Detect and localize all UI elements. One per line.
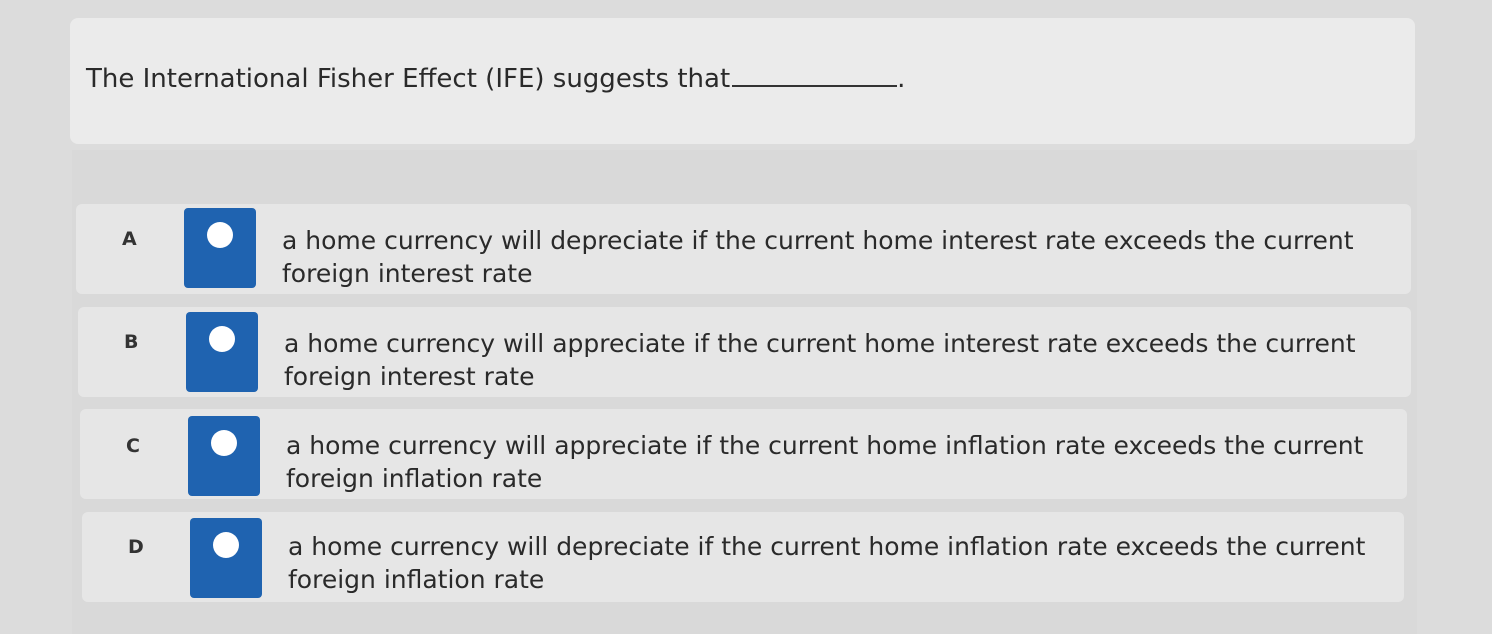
- option-text: a home currency will appreciate if the c…: [286, 431, 1364, 493]
- radio-button-icon: [213, 532, 239, 558]
- answer-blank: [732, 67, 898, 87]
- option-a[interactable]: A a home currency will depreciate if the…: [76, 204, 1411, 294]
- radio-button-icon: [207, 222, 233, 248]
- option-letter: D: [128, 536, 144, 558]
- option-letter: A: [122, 228, 137, 250]
- radio-button-icon: [211, 430, 237, 456]
- option-a-radio[interactable]: [184, 208, 256, 288]
- question-end-punctuation: .: [897, 64, 906, 94]
- option-d-radio[interactable]: [190, 518, 262, 598]
- option-letter: B: [124, 331, 139, 353]
- option-text: a home currency will depreciate if the c…: [288, 532, 1366, 594]
- option-text: a home currency will depreciate if the c…: [282, 226, 1354, 288]
- question-card: The International Fisher Effect (IFE) su…: [70, 18, 1415, 144]
- option-text: a home currency will appreciate if the c…: [284, 329, 1356, 391]
- question-prompt: The International Fisher Effect (IFE) su…: [86, 64, 905, 94]
- option-letter: C: [126, 435, 140, 457]
- option-c[interactable]: C a home currency will appreciate if the…: [80, 409, 1407, 499]
- radio-button-icon: [209, 326, 235, 352]
- question-text: The International Fisher Effect (IFE) su…: [86, 64, 731, 94]
- option-b[interactable]: B a home currency will appreciate if the…: [78, 307, 1411, 397]
- option-d[interactable]: D a home currency will depreciate if the…: [82, 512, 1404, 602]
- option-b-radio[interactable]: [186, 312, 258, 392]
- option-c-radio[interactable]: [188, 416, 260, 496]
